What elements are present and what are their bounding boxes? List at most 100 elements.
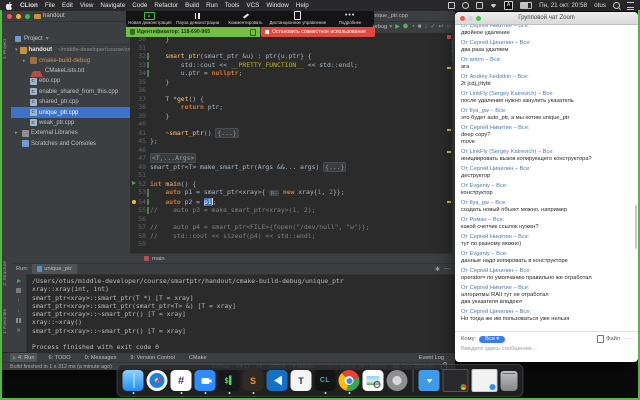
hide-panel-icon[interactable]: — xyxy=(444,266,450,273)
zoom-toolbar-share-screen-button[interactable]: Новая демонстрация xyxy=(126,10,174,27)
chat-message[interactable]: От Сергей Цинилин – Все:два раза удаляем xyxy=(461,40,632,54)
code-line[interactable]: 40 xyxy=(130,120,446,129)
clear-console-button[interactable]: ✕ xyxy=(15,327,22,334)
tree-expand-arrow[interactable]: ▾ xyxy=(15,47,18,53)
dock-iterm-icon[interactable]: $▌ xyxy=(219,370,240,391)
toolwindow-button-cmake[interactable]: CMake xyxy=(186,353,210,363)
intention-bulb-icon[interactable] xyxy=(132,200,136,204)
dock-vscode-icon[interactable] xyxy=(267,370,288,391)
chat-message-input[interactable]: Введите здесь сообщение... xyxy=(461,346,632,352)
warning-stripe-mark[interactable] xyxy=(447,201,451,203)
wifi-icon[interactable] xyxy=(490,2,497,9)
window-zoom-button[interactable] xyxy=(25,14,30,19)
tree-item-cmake-build-debug[interactable]: ▸cmake-build-debug xyxy=(11,55,130,65)
code-line[interactable]: 51 xyxy=(130,171,446,180)
chat-message[interactable]: От Сергей Цинилин – Все:Но тогда же им п… xyxy=(461,309,632,323)
tree-item-weak-ptr-cpp[interactable]: weak_ptr.cpp xyxy=(11,118,130,128)
chat-scrollbar[interactable] xyxy=(635,205,637,249)
toolwindow-tab-project[interactable]: 1: Project xyxy=(3,39,8,59)
stop-button[interactable]: ■ xyxy=(418,23,422,31)
stop-sharing-button[interactable]: Остановить совместное использование xyxy=(261,27,375,37)
vcs-commit-button[interactable]: ✓ xyxy=(430,23,435,31)
code-line[interactable]: 38 return ptr; xyxy=(130,103,446,112)
debug-button[interactable]: ⬢ xyxy=(403,23,408,31)
dock-safari-icon[interactable] xyxy=(147,370,168,391)
menu-item-tools[interactable]: Tools xyxy=(225,2,240,9)
code-line[interactable]: 48smart_ptr<T> make_smart_ptr(Args &&...… xyxy=(130,163,446,172)
editor-breadcrumb[interactable]: main xyxy=(130,253,452,263)
menu-item-file[interactable]: File xyxy=(45,2,55,9)
display-icon[interactable] xyxy=(448,2,455,9)
menu-clock[interactable]: Пн, 21 окт. 20:58 xyxy=(539,2,587,9)
code-line[interactable]: 47<T,...Args> xyxy=(130,154,446,163)
zoom-toolbar-more-button[interactable]: •••Подробнее xyxy=(326,10,374,27)
tree-item-unique-ptr-cpp[interactable]: unique_ptr.cpp xyxy=(11,107,130,117)
tree-item-shared-ptr-cpp[interactable]: shared_ptr.cpp xyxy=(11,97,130,107)
code-editor[interactable]: 30 }3132 smart_ptr(smart_ptr &u) : ptr{u… xyxy=(130,33,452,263)
window-close-button[interactable] xyxy=(7,14,12,19)
chat-message[interactable]: От Ilya_gw – Все:это будет auto_ptr, а м… xyxy=(461,108,632,122)
search-everywhere-icon[interactable]: ○ xyxy=(446,23,450,31)
chat-message[interactable]: От Сергей Никитин – Все:алгоритмы RAII т… xyxy=(461,285,632,306)
dock-sublime-icon[interactable]: S xyxy=(243,370,264,391)
code-line[interactable]: 54 auto p2 = p1; xyxy=(130,198,446,207)
code-line[interactable]: 56 xyxy=(130,215,446,224)
dock-minwin2-icon[interactable] xyxy=(472,369,498,392)
code-line[interactable]: 52int main() { xyxy=(130,180,446,189)
dock-minwin1-icon[interactable] xyxy=(443,369,469,392)
chat-message[interactable]: От anton – Все:ага xyxy=(461,57,632,71)
chat-message[interactable]: От Ilya_gw – Все:создать новый объект мо… xyxy=(461,200,632,214)
run-tab[interactable]: unique_ptr xyxy=(32,264,76,274)
tree-item-scratches-and-consoles[interactable]: Scratches and Consoles xyxy=(11,139,130,149)
battery-icon[interactable] xyxy=(520,2,532,9)
stop-process-button[interactable] xyxy=(15,287,22,294)
menu-item-edit[interactable]: Edit xyxy=(62,2,73,9)
rerun-button[interactable] xyxy=(15,277,22,284)
document-icon[interactable] xyxy=(462,2,469,9)
menu-item-run[interactable]: Run xyxy=(206,2,218,9)
chat-message[interactable]: От Evgeniy – Все:конструктор xyxy=(461,183,632,197)
run-button[interactable]: ▶ xyxy=(395,23,400,31)
dock-textedit-icon[interactable]: T xyxy=(291,370,312,391)
code-line[interactable]: 53 auto p1 = smart_ptr<xray>{ p: new xra… xyxy=(130,188,446,198)
tree-item-cmakelists-txt[interactable]: CMakeLists.txt xyxy=(11,66,130,76)
menu-item-navigate[interactable]: Navigate xyxy=(100,2,125,9)
code-line[interactable]: 57// auto p4 = smart_ptr<FILE>{fopen("/d… xyxy=(130,223,446,232)
code-line[interactable]: 33 std::cout << __PRETTY_FUNCTION__ << s… xyxy=(130,61,446,70)
dock-preview-icon[interactable] xyxy=(363,370,384,391)
menu-app-name[interactable]: CLion xyxy=(20,2,38,9)
chat-message[interactable]: От LinkFly (Sergey Katrevich) – Все:посл… xyxy=(461,91,632,105)
warning-stripe-mark[interactable] xyxy=(447,67,451,69)
vcs-update-button[interactable]: ↓ xyxy=(424,23,427,31)
apple-menu-icon[interactable] xyxy=(6,2,13,10)
revert-button[interactable]: ↩ xyxy=(438,23,443,31)
toolwindow-tab-favorites[interactable]: 1: Favorites xyxy=(3,309,8,334)
run-gutter-icon[interactable] xyxy=(132,181,136,185)
menu-item-vcs[interactable]: VCS xyxy=(246,2,259,9)
chat-minimize-button[interactable] xyxy=(468,16,473,21)
chat-message[interactable]: От Сергей Никитин – Все:deep copy?move xyxy=(461,125,632,146)
code-line[interactable]: 34 u.ptr = nullptr; xyxy=(130,69,446,78)
scroll-down-icon[interactable]: ↓ xyxy=(15,307,22,314)
input-source-icon[interactable]: A xyxy=(504,1,513,10)
chat-message[interactable]: От Сергей Цинилин – Все:operator= по умо… xyxy=(461,268,632,282)
toolwindow-button-messages[interactable]: 0: Messages xyxy=(82,353,120,363)
pause-output-button[interactable] xyxy=(15,317,22,324)
dock-sysprefs-icon[interactable] xyxy=(387,370,408,391)
tree-item-ebo-cpp[interactable]: ebo.cpp xyxy=(11,76,130,86)
toolwindow-button-run[interactable]: 4: Run xyxy=(10,353,37,363)
dock-finder-icon[interactable] xyxy=(123,370,144,391)
code-line[interactable]: 36 xyxy=(130,86,446,95)
toolwindow-tab-structure[interactable]: 2: Structure xyxy=(3,261,8,286)
code-line[interactable]: 58// std::cout << sizeof(p4) << std::end… xyxy=(130,232,446,241)
notification-center-icon[interactable] xyxy=(627,2,634,10)
menu-item-help[interactable]: Help xyxy=(296,2,309,9)
chat-zoom-button[interactable] xyxy=(476,16,481,21)
code-line[interactable]: 41 ~smart_ptr() {...} xyxy=(130,129,446,138)
tree-item-enable-shared-from-this-cpp[interactable]: enable_shared_from_this.cpp xyxy=(11,87,130,97)
menu-user[interactable]: otus xyxy=(594,2,606,9)
chat-message[interactable]: От Сергей Цинилин – Все:деструктор xyxy=(461,166,632,180)
toolwindow-button-todo[interactable]: 6: TODO xyxy=(45,353,73,363)
chat-more-button[interactable]: ··· xyxy=(623,336,632,342)
dock-downloads-icon[interactable] xyxy=(419,370,440,391)
